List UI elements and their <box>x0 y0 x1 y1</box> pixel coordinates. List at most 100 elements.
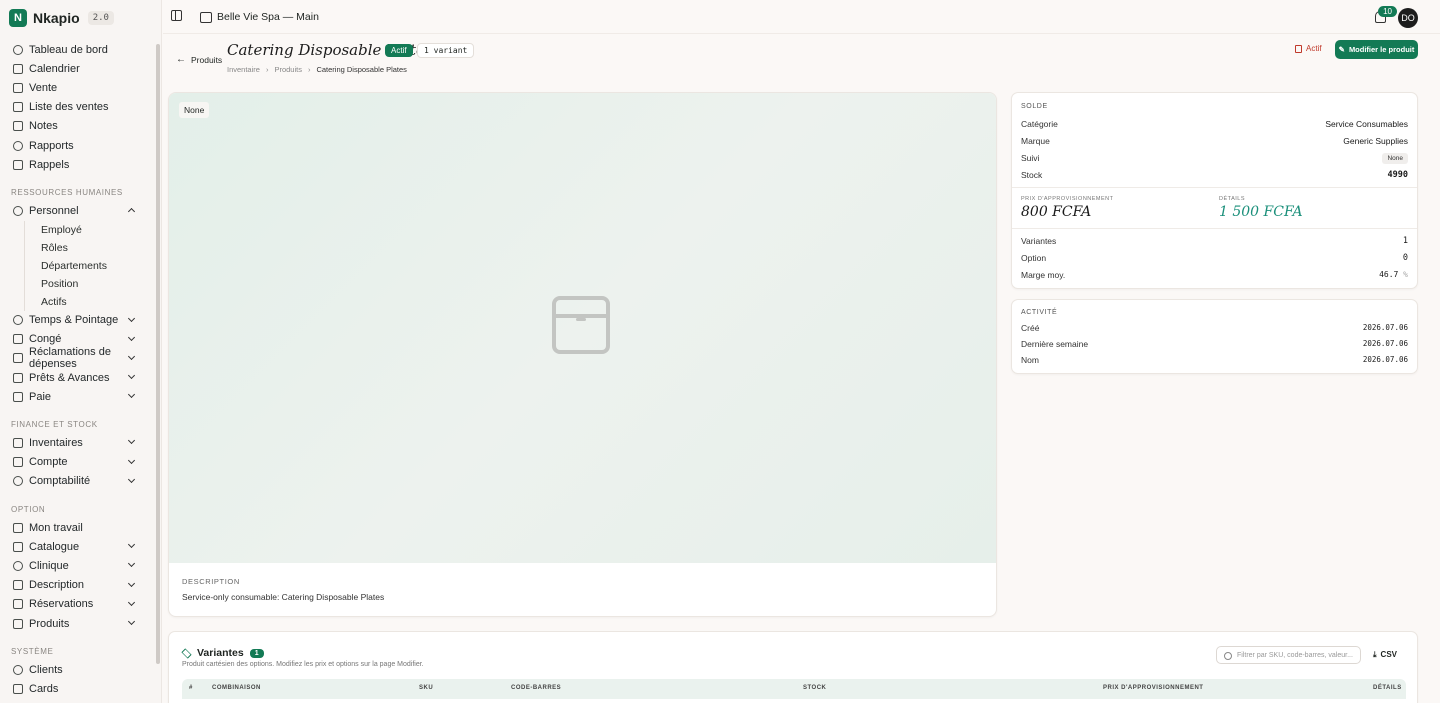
box-icon <box>13 618 23 629</box>
breadcrumb-inventory[interactable]: Inventaire <box>227 65 260 74</box>
wrench-icon <box>13 522 23 533</box>
variants-title: Variantes 1 <box>181 647 264 659</box>
nav-catalogue[interactable]: Catalogue <box>0 537 154 556</box>
nav-accounting[interactable]: Comptabilité <box>0 472 154 491</box>
stock-summary-card: SOLDE Catégorie Service Consumables Marqu… <box>1011 92 1418 289</box>
nav-description[interactable]: Description <box>0 576 154 595</box>
nav-clients[interactable]: Clients <box>0 660 154 679</box>
nav-personnel[interactable]: Personnel <box>0 201 154 220</box>
chevron-down-icon <box>127 617 136 625</box>
nav-clinic[interactable]: Clinique <box>0 556 154 575</box>
nav-sales-list[interactable]: Liste des ventes <box>0 98 154 117</box>
last-week-row: Dernière semaine 2026.07.06 <box>1021 339 1408 349</box>
nav-cards[interactable]: Cards <box>0 679 154 698</box>
avatar[interactable]: DO <box>1398 8 1418 28</box>
sidebar-toggle-icon[interactable] <box>171 10 182 21</box>
nav-sub-position[interactable]: Position <box>24 274 154 293</box>
nav-sub-actifs[interactable]: Actifs <box>24 292 154 311</box>
tracking-row: Suivi None <box>1021 153 1408 164</box>
col-stock[interactable]: STOCK <box>803 685 826 691</box>
section-option: OPTION <box>11 505 46 514</box>
download-icon: ⤓ <box>1373 650 1377 659</box>
brand-row: Marque Generic Supplies <box>1021 136 1408 146</box>
breadcrumb: Inventaire › Produits › Catering Disposabl… <box>227 65 407 74</box>
csv-export-button[interactable]: ⤓ CSV <box>1373 650 1397 660</box>
sparkle-icon <box>13 541 23 552</box>
cart-icon <box>13 102 23 113</box>
section-hr: RESSOURCES HUMAINES <box>11 188 123 198</box>
calendar-check-icon <box>13 599 23 610</box>
chevron-down-icon <box>127 372 136 380</box>
store-selector[interactable]: Belle Vie Spa — Main <box>200 11 319 23</box>
edit-product-button[interactable]: ✎ Modifier le produit <box>1335 40 1418 59</box>
reminder-icon <box>13 159 23 170</box>
nav-reports[interactable]: Rapports <box>0 136 154 155</box>
chevron-down-icon <box>127 437 136 445</box>
nav-bookings[interactable]: Réservations <box>0 595 154 614</box>
stethoscope-icon <box>13 560 23 571</box>
variant-filter-input[interactable]: Filtrer par SKU, code-barres, valeur... <box>1216 646 1361 664</box>
store-name: Belle Vie Spa — Main <box>217 11 319 23</box>
nav-loans[interactable]: Prêts & Avances <box>0 368 154 387</box>
nav-payroll[interactable]: Paie <box>0 387 154 406</box>
col-cost-price[interactable]: PRIX D'APPROVISIONNEMENT <box>1103 685 1203 691</box>
nav-sub-roles[interactable]: Rôles <box>24 238 154 257</box>
nav-account[interactable]: Compte <box>0 453 154 472</box>
category-row: Catégorie Service Consumables <box>1021 119 1408 129</box>
col-sku[interactable]: SKU <box>419 685 433 691</box>
app-name: Nkapio <box>33 10 80 26</box>
layers-icon <box>181 647 192 659</box>
col-details[interactable]: DÉTAILS <box>1373 685 1402 691</box>
store-icon <box>200 11 212 23</box>
dashboard-icon <box>13 44 23 55</box>
breadcrumb-products[interactable]: Produits <box>274 65 302 74</box>
cost-price-label: PRIX D'APPROVISIONNEMENT <box>1021 196 1114 202</box>
sidebar-nav: Tableau de bord Calendrier Vente Liste d… <box>0 40 154 699</box>
nav-notes[interactable]: Notes <box>0 117 154 136</box>
nav-dashboard[interactable]: Tableau de bord <box>0 40 154 59</box>
col-combination[interactable]: COMBINAISON <box>212 685 261 691</box>
section-finance: FINANCE ET STOCK <box>11 420 98 430</box>
nav-products[interactable]: Produits <box>0 614 154 633</box>
nav-reminders[interactable]: Rappels <box>0 155 154 174</box>
nav-inventories[interactable]: Inventaires <box>0 433 154 452</box>
description-text: Service-only consumable: Catering Dispos… <box>182 592 385 602</box>
sidebar-scrollbar[interactable] <box>156 44 160 664</box>
option-row: Option 0 <box>1021 253 1408 263</box>
col-index[interactable]: # <box>189 685 193 691</box>
created-row: Créé 2026.07.06 <box>1021 323 1408 333</box>
chevron-right-icon: › <box>265 65 269 74</box>
back-button[interactable]: ← Produits <box>176 54 222 65</box>
nav-calendar[interactable]: Calendrier <box>0 59 154 78</box>
nav-time[interactable]: Temps & Pointage <box>0 311 154 330</box>
calendar-icon <box>13 63 23 74</box>
margin-row: Marge moy. 46.7 % <box>1021 270 1408 280</box>
chevron-up-icon <box>127 208 136 216</box>
notification-count: 10 <box>1378 6 1397 17</box>
nav-expenses[interactable]: Réclamations de dépenses <box>0 346 154 370</box>
nav-my-work[interactable]: Mon travail <box>0 518 154 537</box>
card-icon <box>13 683 23 694</box>
activity-label: ACTIVITÉ <box>1021 309 1058 316</box>
users-icon <box>13 205 23 216</box>
col-barcode[interactable]: CODE-BARRES <box>511 685 561 691</box>
swap-icon <box>13 580 23 591</box>
variants-card: Variantes 1 Produit cartésien des option… <box>168 631 1418 703</box>
grid-icon <box>13 82 23 93</box>
nav-sub-employe[interactable]: Employé <box>24 220 154 239</box>
variant-count-badge: 1 variant <box>417 43 475 58</box>
nav-sub-departements[interactable]: Départements <box>24 256 154 275</box>
description-label: DESCRIPTION <box>182 577 240 586</box>
variants-subtitle: Produit cartésien des options. Modifiez … <box>182 661 424 668</box>
clock-icon <box>13 315 23 326</box>
deactivate-button[interactable]: Actif <box>1295 44 1322 53</box>
brand[interactable]: N Nkapio 2.0 <box>9 9 114 27</box>
chevron-down-icon <box>127 333 136 341</box>
nav-sale[interactable]: Vente <box>0 78 154 97</box>
chevron-down-icon <box>127 314 136 322</box>
variants-count-badge: 1 <box>249 648 264 658</box>
book-icon <box>13 457 23 468</box>
chevron-down-icon <box>127 456 136 464</box>
loan-icon <box>13 372 23 383</box>
logo: N <box>9 9 27 27</box>
